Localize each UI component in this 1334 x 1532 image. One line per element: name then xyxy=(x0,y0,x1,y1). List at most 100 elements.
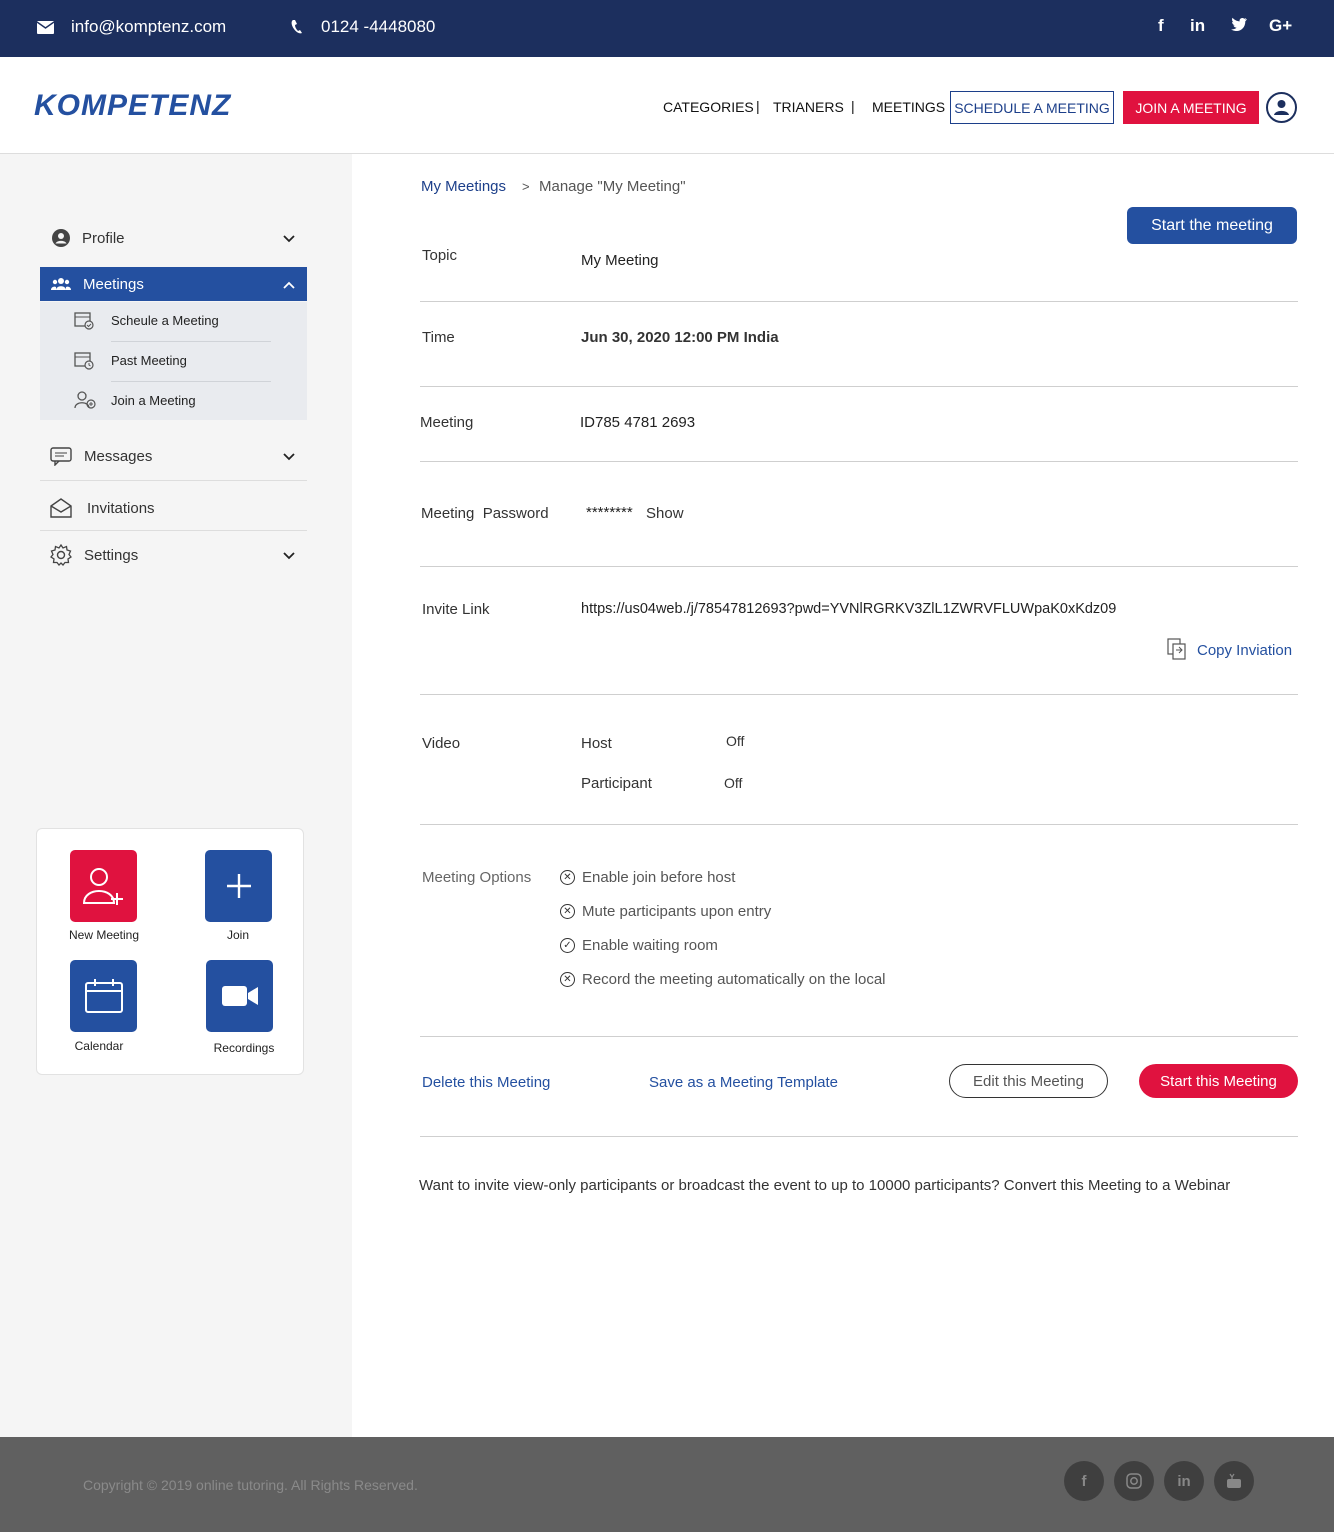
nav-categories[interactable]: CATEGORIES xyxy=(663,99,754,115)
nav-trainers[interactable]: TRIANERS xyxy=(773,99,844,115)
chevron-down-icon[interactable] xyxy=(283,548,295,563)
kompetenz-logo[interactable]: KOMPETENZ xyxy=(34,89,231,123)
divider xyxy=(420,386,1298,387)
webinar-note[interactable]: Want to invite view-only participants or… xyxy=(419,1177,1230,1194)
video-label: Video xyxy=(422,735,461,752)
sidebar-item-meetings[interactable]: Meetings xyxy=(40,267,307,301)
option-label: Enable join before host xyxy=(582,869,736,886)
sub-item-join-meeting[interactable]: Join a Meeting xyxy=(40,382,307,422)
sidebar-item-profile[interactable]: Profile xyxy=(40,221,307,255)
email-contact[interactable]: info@komptenz.com xyxy=(37,17,226,37)
start-this-meeting-button[interactable]: Start this Meeting xyxy=(1139,1064,1298,1098)
x-circle-icon: ✕ xyxy=(560,870,575,885)
chevron-up-icon[interactable] xyxy=(283,277,295,292)
topic-value: My Meeting xyxy=(581,252,659,269)
video-host-label: Host xyxy=(581,735,612,752)
breadcrumb-my-meetings[interactable]: My Meetings xyxy=(421,178,506,195)
time-label: Time xyxy=(422,329,455,346)
sub-item-label: Scheule a Meeting xyxy=(111,313,219,328)
option-label: Mute participants upon entry xyxy=(582,903,772,920)
linkedin-icon[interactable]: in xyxy=(1190,16,1205,36)
main-header: KOMPETENZ CATEGORIES | TRIANERS | MEETIN… xyxy=(0,57,1334,154)
copy-icon[interactable] xyxy=(1167,638,1187,665)
open-envelope-icon xyxy=(50,497,72,519)
instagram-icon[interactable] xyxy=(1114,1461,1154,1501)
plus-icon xyxy=(226,874,251,898)
password-value: ******** xyxy=(586,504,633,521)
option-waiting-room[interactable]: ✓ Enable waiting room xyxy=(560,937,718,954)
divider xyxy=(420,1136,1298,1137)
option-label: Enable waiting room xyxy=(582,937,718,954)
join-button[interactable] xyxy=(205,850,272,922)
check-circle-icon: ✓ xyxy=(560,938,575,953)
linkedin-icon[interactable]: in xyxy=(1164,1461,1204,1501)
start-meeting-button[interactable]: Start the meeting xyxy=(1127,207,1297,244)
phone-contact[interactable]: 0124 -4448080 xyxy=(290,17,435,37)
sub-item-past-meeting[interactable]: Past Meeting xyxy=(40,342,307,382)
recordings-button[interactable] xyxy=(206,960,273,1032)
meeting-details: My Meetings > Manage "My Meeting" Start … xyxy=(352,154,1334,1437)
copy-invitation-link[interactable]: Copy Inviation xyxy=(1197,642,1292,659)
user-add-icon xyxy=(74,390,96,412)
divider xyxy=(420,566,1298,567)
breadcrumb-separator: > xyxy=(522,179,530,194)
video-host-value: Off xyxy=(726,733,745,749)
schedule-meeting-button[interactable]: SCHEDULE A MEETING xyxy=(950,91,1114,124)
calendar-label: Calendar xyxy=(74,1039,124,1053)
delete-meeting-link[interactable]: Delete this Meeting xyxy=(422,1074,550,1091)
user-account-icon[interactable] xyxy=(1266,92,1297,123)
option-label: Record the meeting automatically on the … xyxy=(582,971,886,988)
option-join-before-host[interactable]: ✕ Enable join before host xyxy=(560,869,735,886)
meeting-id-label: Meeting xyxy=(420,414,474,431)
facebook-icon[interactable]: f xyxy=(1158,16,1164,36)
sidebar-item-settings[interactable]: Settings xyxy=(40,538,307,572)
save-template-link[interactable]: Save as a Meeting Template xyxy=(649,1074,838,1091)
phone-text: 0124 -4448080 xyxy=(321,17,436,36)
new-meeting-button[interactable] xyxy=(70,850,137,922)
video-camera-icon xyxy=(221,986,258,1006)
phone-icon xyxy=(291,20,302,34)
gear-icon xyxy=(50,544,72,566)
nav-meetings[interactable]: MEETINGS xyxy=(872,99,945,115)
footer: Copyright © 2019 online tutoring. All Ri… xyxy=(0,1437,1334,1532)
user-add-icon xyxy=(82,868,123,905)
nav-separator: | xyxy=(756,98,760,114)
email-text: info@komptenz.com xyxy=(71,17,227,36)
sidebar-item-label: Invitations xyxy=(87,499,155,517)
profile-icon xyxy=(50,227,72,249)
calendar-button[interactable] xyxy=(70,960,137,1032)
sidebar: Profile Meetings Scheule a Meeting Past … xyxy=(0,154,352,1437)
edit-meeting-button[interactable]: Edit this Meeting xyxy=(949,1064,1108,1098)
meeting-id-value: ID785 4781 2693 xyxy=(580,414,696,431)
video-participant-value: Off xyxy=(724,775,743,791)
chevron-down-icon[interactable] xyxy=(283,231,295,246)
new-meeting-label: New Meeting xyxy=(68,928,140,942)
divider xyxy=(420,461,1298,462)
invite-link-value[interactable]: https://us04web./j/78547812693?pwd=YVNlR… xyxy=(581,601,1116,617)
video-participant-label: Participant xyxy=(581,775,652,792)
sidebar-item-label: Settings xyxy=(84,546,139,564)
join-label: Join xyxy=(226,928,249,942)
twitter-icon[interactable] xyxy=(1230,16,1247,36)
calendar-icon xyxy=(84,979,123,1013)
nav-separator: | xyxy=(851,98,855,114)
x-circle-icon: ✕ xyxy=(560,972,575,987)
sidebar-item-invitations[interactable]: Invitations xyxy=(40,491,307,525)
sidebar-item-label: Messages xyxy=(84,447,153,465)
sub-item-label: Past Meeting xyxy=(111,353,187,368)
option-auto-record[interactable]: ✕ Record the meeting automatically on th… xyxy=(560,971,886,988)
youtube-icon[interactable] xyxy=(1214,1461,1254,1501)
sidebar-item-label: Profile xyxy=(82,229,125,247)
calendar-clock-icon xyxy=(74,350,96,372)
facebook-icon[interactable]: f xyxy=(1064,1461,1104,1501)
chevron-down-icon[interactable] xyxy=(283,449,295,464)
join-meeting-button[interactable]: JOIN A MEETING xyxy=(1123,91,1259,124)
sidebar-item-messages[interactable]: Messages xyxy=(40,439,307,473)
option-mute-on-entry[interactable]: ✕ Mute participants upon entry xyxy=(560,903,771,920)
divider xyxy=(420,1036,1298,1037)
show-password-link[interactable]: Show xyxy=(646,505,684,522)
sidebar-item-label: Meetings xyxy=(83,275,144,293)
google-plus-icon[interactable]: G+ xyxy=(1269,16,1292,36)
sub-item-schedule[interactable]: Scheule a Meeting xyxy=(40,302,307,342)
time-value: Jun 30, 2020 12:00 PM India xyxy=(581,329,779,346)
